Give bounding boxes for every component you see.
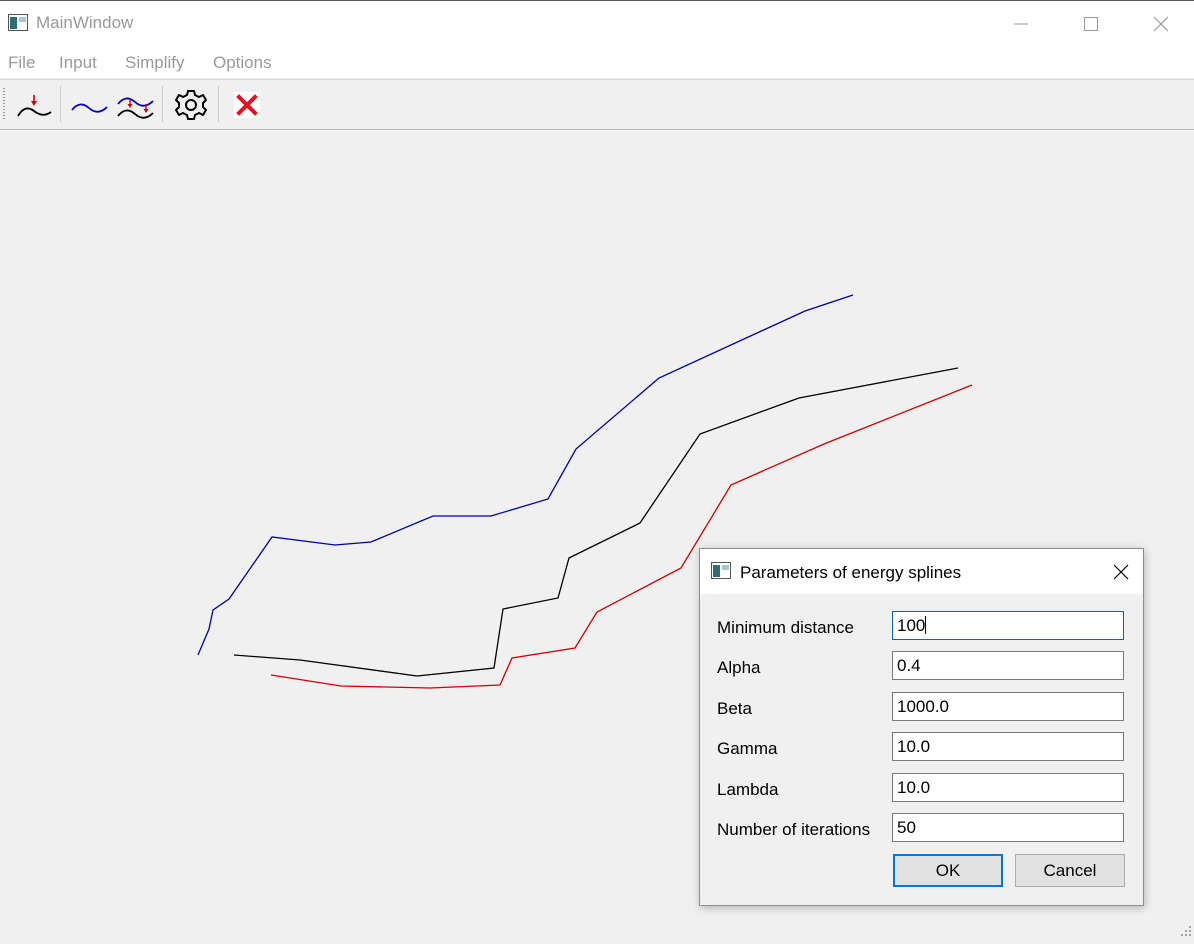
simplify-energy-splines-icon	[117, 97, 154, 119]
lambda-input[interactable]: 10.0	[892, 773, 1124, 802]
menu-simplify[interactable]: Simplify	[125, 53, 185, 73]
minimize-button[interactable]	[986, 1, 1056, 46]
simplify-energy-splines-button[interactable]	[116, 86, 154, 124]
minimum-distance-label: Minimum distance	[717, 618, 854, 637]
alpha-input[interactable]: 0.4	[892, 651, 1124, 680]
settings-button[interactable]	[172, 86, 210, 124]
title-bar: MainWindow	[0, 1, 1194, 46]
minimum-distance-value: 100	[897, 616, 926, 635]
load-input-icon	[17, 95, 52, 117]
toolbar-grip[interactable]	[3, 88, 5, 120]
load-input-button[interactable]	[15, 86, 53, 124]
lambda-label: Lambda	[717, 780, 779, 799]
ok-button[interactable]: OK	[893, 854, 1003, 887]
simplify-curve-icon	[71, 103, 108, 113]
dialog-title: Parameters of energy splines	[740, 563, 962, 582]
dialog-close-button[interactable]	[1097, 549, 1143, 594]
alpha-label: Alpha	[717, 658, 761, 677]
maximize-icon	[1084, 17, 1098, 31]
toolbar	[0, 79, 1194, 130]
close-button[interactable]	[1126, 1, 1194, 46]
menu-file[interactable]: File	[8, 53, 35, 73]
gamma-input[interactable]: 10.0	[892, 732, 1124, 761]
close-icon	[1153, 16, 1169, 32]
beta-label: Beta	[717, 699, 752, 718]
dialog-title-bar: Parameters of energy splines	[700, 549, 1143, 594]
resize-grip-icon[interactable]	[1180, 925, 1192, 937]
beta-input[interactable]: 1000.0	[892, 692, 1124, 721]
window-title: MainWindow	[36, 13, 134, 32]
menu-options[interactable]: Options	[213, 53, 272, 73]
maximize-button[interactable]	[1056, 1, 1126, 46]
close-icon	[1113, 564, 1129, 580]
menu-input[interactable]: Input	[59, 53, 97, 73]
minimize-icon	[1014, 23, 1028, 25]
iterations-input[interactable]: 50	[892, 813, 1124, 842]
menu-bar: File Input Simplify Options	[0, 46, 1194, 78]
dialog-app-icon	[711, 562, 731, 579]
toolbar-separator	[60, 86, 61, 122]
gamma-label: Gamma	[717, 739, 778, 758]
app-icon	[8, 14, 28, 31]
text-caret	[925, 616, 927, 634]
clear-icon	[234, 92, 260, 118]
toolbar-separator	[218, 86, 219, 122]
settings-icon	[175, 90, 207, 120]
cancel-button[interactable]: Cancel	[1015, 854, 1125, 887]
energy-splines-dialog: Parameters of energy splines Minimum dis…	[699, 548, 1144, 906]
minimum-distance-input[interactable]: 100	[892, 611, 1124, 640]
simplify-curve-button[interactable]	[70, 86, 108, 124]
toolbar-separator	[162, 86, 163, 122]
clear-button[interactable]	[228, 86, 266, 124]
iterations-label: Number of iterations	[717, 820, 871, 839]
